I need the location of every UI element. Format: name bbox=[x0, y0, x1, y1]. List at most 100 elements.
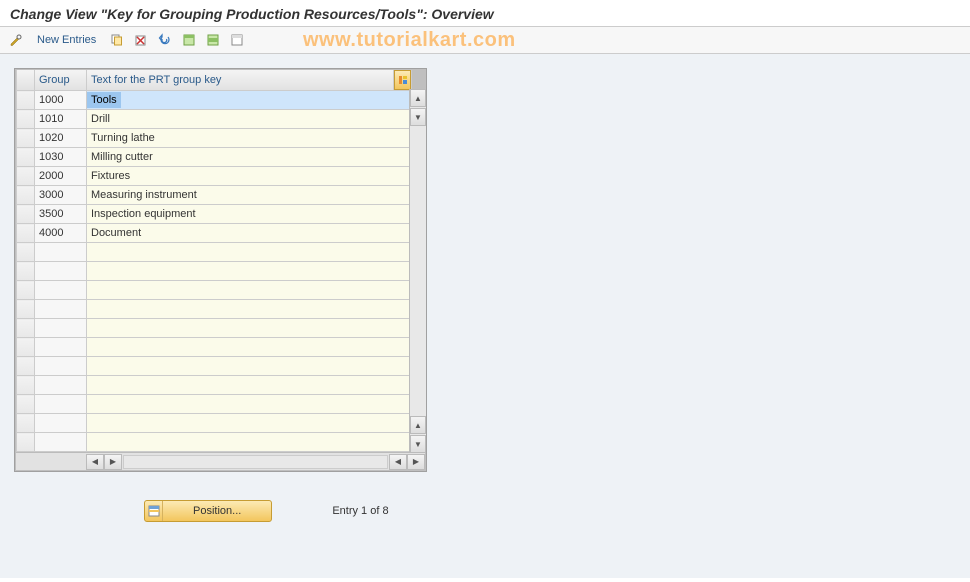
row-selector[interactable] bbox=[17, 319, 35, 338]
row-selector[interactable] bbox=[17, 243, 35, 262]
scroll-right-button[interactable]: ▶ bbox=[104, 454, 122, 470]
table-config-header bbox=[394, 70, 412, 91]
cell-group[interactable] bbox=[35, 338, 87, 357]
row-selector[interactable] bbox=[17, 357, 35, 376]
cell-group[interactable] bbox=[35, 281, 87, 300]
table-row bbox=[17, 433, 412, 452]
row-selector[interactable] bbox=[17, 129, 35, 148]
cell-group[interactable] bbox=[35, 414, 87, 433]
table-row: 1000Tools bbox=[17, 91, 412, 110]
scroll-down-button[interactable]: ▼ bbox=[410, 108, 426, 126]
cell-text[interactable] bbox=[87, 376, 412, 395]
new-entries-button[interactable]: New Entries bbox=[30, 30, 103, 50]
select-block-button[interactable] bbox=[203, 30, 223, 50]
cell-text[interactable] bbox=[87, 281, 412, 300]
row-selector[interactable] bbox=[17, 300, 35, 319]
table-row: 1020Turning lathe bbox=[17, 129, 412, 148]
row-selector[interactable] bbox=[17, 281, 35, 300]
cell-group[interactable]: 3000 bbox=[35, 186, 87, 205]
cell-text[interactable] bbox=[87, 262, 412, 281]
scroll-up-button-2[interactable]: ▲ bbox=[410, 416, 426, 434]
cell-text[interactable] bbox=[87, 243, 412, 262]
scroll-left-button[interactable]: ◀ bbox=[86, 454, 104, 470]
row-selector[interactable] bbox=[17, 262, 35, 281]
cell-text[interactable] bbox=[87, 319, 412, 338]
row-selector[interactable] bbox=[17, 110, 35, 129]
toggle-display-change-button[interactable] bbox=[6, 30, 26, 50]
column-header-group[interactable]: Group bbox=[35, 70, 87, 91]
row-selector[interactable] bbox=[17, 433, 35, 452]
table-row bbox=[17, 243, 412, 262]
chevron-right-icon: ▶ bbox=[110, 457, 116, 466]
cell-text[interactable]: Fixtures bbox=[87, 167, 412, 186]
row-selector[interactable] bbox=[17, 395, 35, 414]
cell-group[interactable] bbox=[35, 243, 87, 262]
cell-text[interactable]: Milling cutter bbox=[87, 148, 412, 167]
row-selector[interactable] bbox=[17, 338, 35, 357]
hscroll-track[interactable] bbox=[123, 455, 388, 469]
cell-group[interactable] bbox=[35, 319, 87, 338]
cell-text[interactable] bbox=[87, 395, 412, 414]
row-selector-header[interactable] bbox=[17, 70, 35, 91]
position-button[interactable]: Position... bbox=[144, 500, 272, 522]
row-selector[interactable] bbox=[17, 414, 35, 433]
cell-text[interactable] bbox=[87, 338, 412, 357]
cell-text[interactable]: Turning lathe bbox=[87, 129, 412, 148]
cell-text[interactable]: Inspection equipment bbox=[87, 205, 412, 224]
column-header-text[interactable]: Text for the PRT group key bbox=[87, 70, 394, 91]
table-settings-button[interactable] bbox=[394, 70, 411, 90]
scroll-track-top[interactable] bbox=[410, 126, 426, 416]
table-row bbox=[17, 262, 412, 281]
undo-button[interactable] bbox=[155, 30, 175, 50]
row-selector[interactable] bbox=[17, 376, 35, 395]
cell-group[interactable]: 1010 bbox=[35, 110, 87, 129]
cell-group[interactable] bbox=[35, 262, 87, 281]
cell-group[interactable] bbox=[35, 357, 87, 376]
table-row bbox=[17, 338, 412, 357]
scroll-right-button-2[interactable]: ▶ bbox=[407, 454, 425, 470]
cell-group[interactable]: 4000 bbox=[35, 224, 87, 243]
table-row bbox=[17, 281, 412, 300]
row-selector[interactable] bbox=[17, 205, 35, 224]
chevron-up-icon: ▲ bbox=[414, 94, 422, 103]
row-selector[interactable] bbox=[17, 148, 35, 167]
page-title: Change View "Key for Grouping Production… bbox=[0, 0, 970, 27]
cell-text[interactable] bbox=[87, 300, 412, 319]
row-selector[interactable] bbox=[17, 167, 35, 186]
select-block-icon bbox=[206, 33, 220, 47]
row-selector[interactable] bbox=[17, 224, 35, 243]
vertical-scrollbar: ▲ ▼ ▲ ▼ bbox=[409, 89, 426, 453]
cell-text[interactable]: Drill bbox=[87, 110, 412, 129]
cell-text[interactable] bbox=[87, 357, 412, 376]
table-row bbox=[17, 300, 412, 319]
cell-text[interactable]: Tools bbox=[87, 91, 412, 110]
cell-group[interactable] bbox=[35, 433, 87, 452]
row-selector[interactable] bbox=[17, 91, 35, 110]
delete-button[interactable] bbox=[131, 30, 151, 50]
deselect-all-button[interactable] bbox=[227, 30, 247, 50]
scroll-left-button-2[interactable]: ◀ bbox=[389, 454, 407, 470]
table-row bbox=[17, 357, 412, 376]
table-row bbox=[17, 376, 412, 395]
cell-group[interactable] bbox=[35, 395, 87, 414]
table-row: 4000Document bbox=[17, 224, 412, 243]
cell-text[interactable] bbox=[87, 414, 412, 433]
select-all-button[interactable] bbox=[179, 30, 199, 50]
position-icon bbox=[145, 501, 163, 521]
cell-group[interactable]: 1020 bbox=[35, 129, 87, 148]
scroll-up-button[interactable]: ▲ bbox=[410, 89, 426, 107]
scroll-down-button-2[interactable]: ▼ bbox=[410, 435, 426, 453]
cell-group[interactable] bbox=[35, 300, 87, 319]
cell-group[interactable]: 3500 bbox=[35, 205, 87, 224]
cell-text[interactable]: Measuring instrument bbox=[87, 186, 412, 205]
cell-group[interactable]: 1030 bbox=[35, 148, 87, 167]
cell-group[interactable] bbox=[35, 376, 87, 395]
row-selector[interactable] bbox=[17, 186, 35, 205]
cell-group[interactable]: 2000 bbox=[35, 167, 87, 186]
table-row: 3000Measuring instrument bbox=[17, 186, 412, 205]
cell-text[interactable]: Document bbox=[87, 224, 412, 243]
cell-group[interactable]: 1000 bbox=[35, 91, 87, 110]
cell-text[interactable] bbox=[87, 433, 412, 452]
entry-status: Entry 1 of 8 bbox=[332, 505, 388, 517]
copy-as-button[interactable] bbox=[107, 30, 127, 50]
